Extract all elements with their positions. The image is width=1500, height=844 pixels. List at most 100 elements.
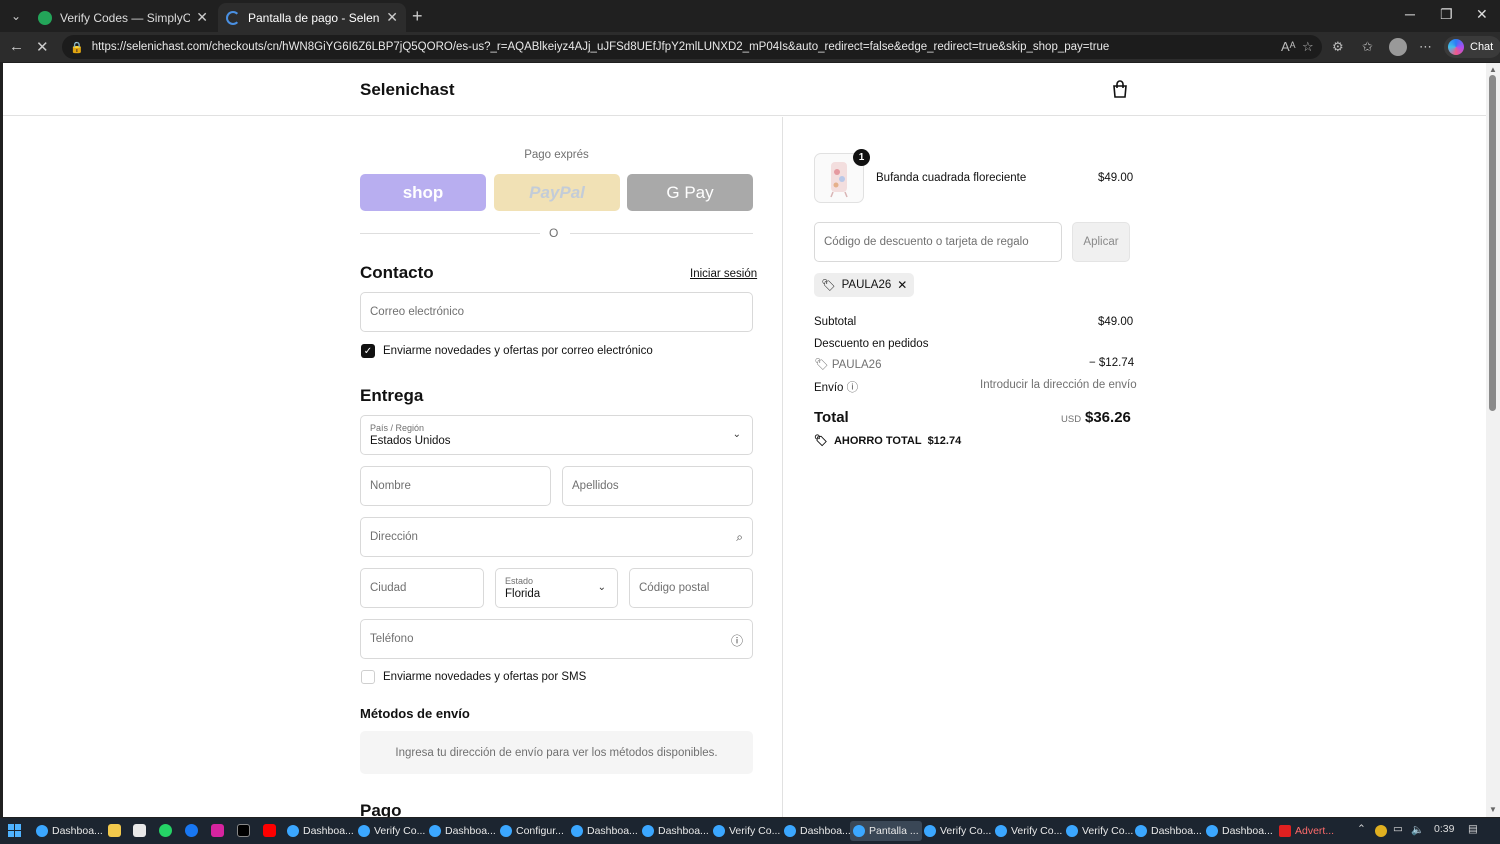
help-circle-icon[interactable]: ⓘ bbox=[847, 382, 859, 394]
total-currency: USD bbox=[1061, 414, 1082, 425]
taskbar-item[interactable]: Dashboa... bbox=[284, 821, 357, 841]
restore-icon[interactable]: ❐ bbox=[1440, 6, 1453, 23]
taskbar-item[interactable]: Verify Co... bbox=[355, 821, 428, 841]
facebook-icon[interactable] bbox=[185, 824, 198, 837]
apply-button[interactable]: Aplicar bbox=[1072, 222, 1130, 262]
taskbar-item[interactable]: Verify Co... bbox=[1063, 821, 1136, 841]
windows-start-icon[interactable] bbox=[8, 824, 21, 837]
edge-icon bbox=[358, 825, 370, 837]
network-icon[interactable]: ▭ bbox=[1393, 823, 1403, 835]
edge-icon bbox=[853, 825, 865, 837]
close-tab-icon[interactable]: ✕ bbox=[386, 9, 398, 26]
tab-list-dropdown-icon[interactable]: ⌄ bbox=[5, 5, 27, 27]
chevron-down-icon: ⌄ bbox=[732, 429, 741, 440]
express-checkout-label: Pago exprés bbox=[524, 149, 589, 161]
tag-icon: 🏷 bbox=[814, 435, 828, 447]
scroll-up-icon[interactable]: ▲ bbox=[1489, 65, 1497, 74]
shopping-bag-icon[interactable] bbox=[1112, 80, 1128, 98]
taskbar-item[interactable]: Verify Co... bbox=[710, 821, 783, 841]
tray-app-icon[interactable] bbox=[1375, 825, 1387, 837]
file-explorer-icon[interactable] bbox=[108, 824, 121, 837]
scrollbar-thumb[interactable] bbox=[1489, 75, 1496, 411]
lock-icon: 🔒 bbox=[70, 41, 84, 54]
taskbar-item[interactable]: Dashboa... bbox=[1132, 821, 1205, 841]
youtube-icon[interactable] bbox=[263, 824, 276, 837]
edge-icon bbox=[287, 825, 299, 837]
taskbar-item[interactable]: Verify Co... bbox=[921, 821, 994, 841]
chevron-down-icon: ⌄ bbox=[597, 582, 606, 593]
notifications-icon[interactable]: ▤ bbox=[1468, 823, 1478, 835]
taskbar-item[interactable]: Dashboa... bbox=[639, 821, 712, 841]
taskbar-item[interactable]: Advert... bbox=[1276, 821, 1337, 841]
close-tab-icon[interactable]: ✕ bbox=[196, 9, 208, 26]
tab-checkout[interactable]: Pantalla de pago - Selenichast ✕ bbox=[218, 3, 406, 32]
google-pay-button[interactable]: G Pay bbox=[627, 174, 753, 211]
taskbar-label: Dashboa... bbox=[658, 825, 709, 837]
applied-code-chip: 🏷 PAULA26 ✕ bbox=[814, 273, 915, 297]
last-name-field[interactable]: Apellidos bbox=[562, 466, 753, 506]
country-select[interactable]: País / Región Estados Unidos ⌄ bbox=[360, 415, 753, 455]
minimize-icon[interactable]: ─ bbox=[1405, 6, 1415, 22]
taskbar-item[interactable]: Configur... bbox=[497, 821, 567, 841]
savings-label: AHORRO TOTAL bbox=[833, 434, 922, 447]
city-field[interactable]: Ciudad bbox=[360, 568, 484, 608]
chevron-up-icon[interactable]: ⌃ bbox=[1357, 823, 1366, 835]
help-circle-icon[interactable]: ⓘ bbox=[731, 632, 743, 649]
favorites-icon[interactable]: ✩ bbox=[1362, 39, 1373, 55]
instagram-icon[interactable] bbox=[211, 824, 224, 837]
email-field[interactable]: Correo electrónico bbox=[360, 292, 753, 332]
taskbar-item[interactable]: Dashboa... bbox=[568, 821, 641, 841]
clock[interactable]: 0:39 bbox=[1434, 823, 1454, 835]
page-scrollbar[interactable]: ▲ ▼ bbox=[1486, 63, 1500, 817]
zip-field[interactable]: Código postal bbox=[629, 568, 753, 608]
profile-avatar[interactable] bbox=[1389, 38, 1407, 56]
taskbar-item[interactable]: Dashboa... bbox=[1203, 821, 1276, 841]
taskbar-item[interactable]: Verify Co... bbox=[992, 821, 1065, 841]
url-field[interactable]: 🔒 https://selenichast.com/checkouts/cn/h… bbox=[62, 35, 1322, 59]
back-icon[interactable]: ← bbox=[9, 38, 24, 55]
taskbar-item[interactable]: Dashboa... bbox=[781, 821, 854, 841]
volume-icon[interactable]: 🔈 bbox=[1411, 823, 1424, 836]
email-news-checkbox[interactable]: ✓ bbox=[361, 344, 375, 358]
taskbar-label: Pantalla ... bbox=[869, 825, 919, 837]
savings-value: $12.74 bbox=[927, 434, 962, 447]
read-aloud-icon[interactable]: Aᴬ bbox=[1281, 39, 1296, 54]
stop-loading-icon[interactable]: ✕ bbox=[36, 38, 49, 56]
discount-code-field[interactable]: Código de descuento o tarjeta de regalo bbox=[814, 222, 1062, 262]
first-name-field[interactable]: Nombre bbox=[360, 466, 551, 506]
taskbar-item[interactable]: Dashboa... bbox=[426, 821, 499, 841]
taskbar-item[interactable]: Dashboa... bbox=[33, 821, 106, 841]
tab-verify-codes[interactable]: Verify Codes — SimplyCodes ✕ bbox=[30, 3, 216, 32]
taskbar-label: Dashboa... bbox=[1222, 825, 1273, 837]
sms-news-checkbox[interactable] bbox=[361, 670, 375, 684]
state-select[interactable]: Estado Florida ⌄ bbox=[495, 568, 618, 608]
taskbar-label: Verify Co... bbox=[1082, 825, 1134, 837]
address-field[interactable]: Dirección ⌕ bbox=[360, 517, 753, 557]
edge-icon bbox=[1206, 825, 1218, 837]
new-tab-icon[interactable]: + bbox=[412, 6, 423, 27]
taskbar-label: Dashboa... bbox=[445, 825, 496, 837]
whatsapp-icon[interactable] bbox=[159, 824, 172, 837]
remove-code-icon[interactable]: ✕ bbox=[897, 278, 907, 292]
store-icon[interactable] bbox=[133, 824, 146, 837]
store-logo[interactable]: Selenichast bbox=[360, 80, 455, 100]
total-savings: 🏷 AHORRO TOTAL $12.74 bbox=[814, 434, 962, 448]
edge-icon bbox=[713, 825, 725, 837]
edge-icon bbox=[500, 825, 512, 837]
shop-pay-button[interactable]: shop bbox=[360, 174, 486, 211]
edge-icon bbox=[1066, 825, 1078, 837]
close-window-icon[interactable]: ✕ bbox=[1476, 6, 1488, 23]
phone-field[interactable]: Teléfono ⓘ bbox=[360, 619, 753, 659]
copilot-chat-button[interactable]: Chat bbox=[1444, 36, 1500, 58]
more-menu-icon[interactable]: ⋯ bbox=[1419, 39, 1432, 55]
extensions-icon[interactable]: ⚙ bbox=[1332, 39, 1344, 55]
login-link[interactable]: Iniciar sesión bbox=[690, 268, 757, 280]
favorite-star-icon[interactable]: ☆ bbox=[1302, 39, 1314, 55]
quantity-badge: 1 bbox=[853, 149, 870, 166]
paypal-button[interactable]: PayPal bbox=[494, 174, 620, 211]
windows-taskbar: Dashboa... Dashboa... Verify Co... Dashb… bbox=[0, 818, 1500, 844]
scroll-down-icon[interactable]: ▼ bbox=[1489, 805, 1497, 814]
x-icon[interactable] bbox=[237, 824, 250, 837]
taskbar-item-active[interactable]: Pantalla ... bbox=[850, 821, 922, 841]
state-label: Estado bbox=[505, 576, 534, 586]
